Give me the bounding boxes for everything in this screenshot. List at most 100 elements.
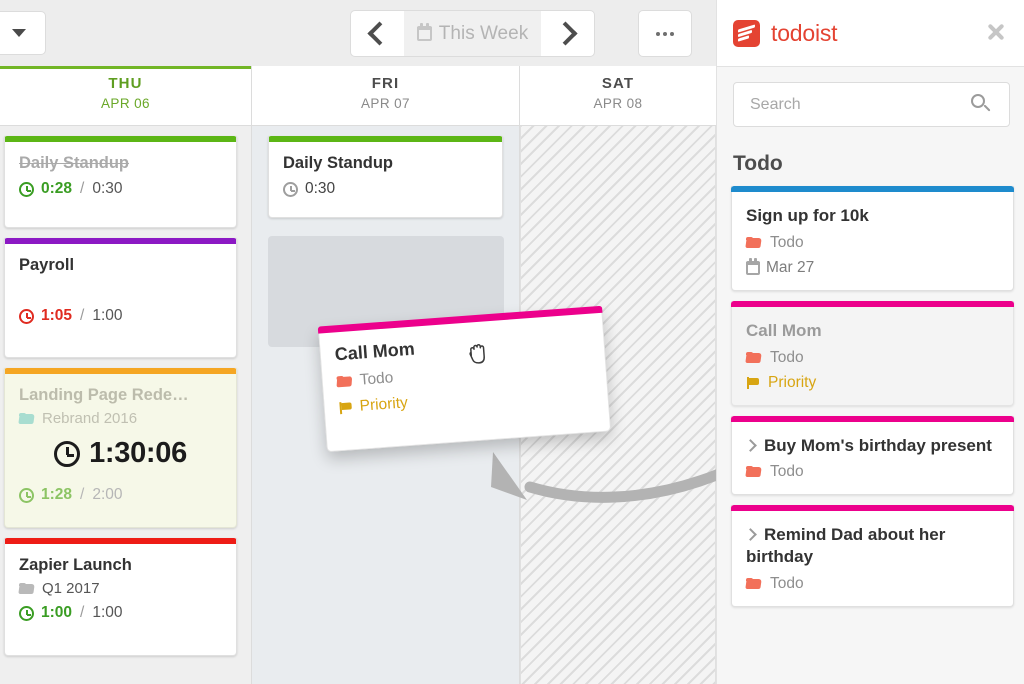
chevron-right-icon bbox=[744, 438, 757, 452]
event-card-running[interactable]: Landing Page Rede… Rebrand 2016 1:30:06 … bbox=[4, 368, 237, 528]
todo-due-date: Mar 27 bbox=[746, 257, 999, 277]
ellipsis-icon bbox=[656, 31, 674, 36]
folder-icon bbox=[336, 375, 353, 388]
time-estimate: 0:30 bbox=[305, 180, 336, 197]
week-label-text: This Week bbox=[438, 22, 529, 44]
todo-priority-label: Priority bbox=[768, 373, 817, 391]
flag-icon bbox=[338, 400, 353, 415]
event-card[interactable]: Daily Standup 0:30 bbox=[268, 136, 503, 218]
todo-title: Buy Mom's birthday present bbox=[744, 435, 999, 457]
next-week-button[interactable] bbox=[541, 10, 595, 57]
time-separator: / bbox=[80, 486, 85, 503]
todo-project: Todo bbox=[746, 234, 999, 252]
todo-list-item[interactable]: Buy Mom's birthday present Todo bbox=[731, 415, 1014, 496]
sidebar-header: todoist bbox=[717, 0, 1024, 67]
event-time: 1:05 / 1:00 bbox=[19, 307, 222, 325]
time-spent: 1:00 bbox=[41, 604, 73, 621]
clock-icon bbox=[283, 181, 298, 197]
todoist-sidebar: todoist Todo Sign up for 10k Todo Mar 27 bbox=[716, 0, 1024, 684]
sidebar-section-title: Todo bbox=[733, 152, 783, 175]
calendar-icon bbox=[746, 257, 760, 275]
event-title: Daily Standup bbox=[19, 154, 130, 172]
clock-icon bbox=[19, 605, 34, 621]
time-separator: / bbox=[80, 604, 85, 621]
dragged-task-card[interactable]: Call Mom Todo Priority bbox=[317, 305, 612, 453]
event-card[interactable]: Daily Standup 0:28 / 0:30 bbox=[4, 136, 237, 228]
chevron-right-icon bbox=[744, 528, 757, 542]
event-time: 1:00 / 1:00 bbox=[19, 604, 222, 622]
time-separator: / bbox=[80, 180, 85, 197]
search-box[interactable] bbox=[733, 82, 1010, 127]
calendar-column-thu[interactable]: THU APR 06 Daily Standup 0:28 / 0:30 Pay… bbox=[0, 66, 251, 684]
column-header-fri: FRI APR 07 bbox=[252, 66, 519, 126]
event-accent-bar bbox=[269, 136, 502, 142]
column-dow-fri: FRI bbox=[371, 75, 400, 92]
event-time: 0:30 bbox=[283, 180, 488, 198]
event-time: 0:28 / 0:30 bbox=[19, 180, 222, 198]
folder-icon bbox=[746, 466, 762, 478]
clock-icon bbox=[19, 487, 34, 503]
running-timer: 1:30:06 bbox=[19, 437, 222, 470]
folder-icon bbox=[746, 577, 762, 590]
app-root: This Week THU APR 06 Daily Standup 0:28 … bbox=[0, 0, 1024, 684]
todoist-wordmark: todoist bbox=[771, 19, 838, 46]
todo-project: Todo bbox=[746, 463, 999, 481]
todo-project-label: Todo bbox=[770, 348, 804, 366]
event-card[interactable]: Zapier Launch Q1 2017 1:00 / 1:00 bbox=[4, 538, 237, 656]
event-project: Q1 2017 bbox=[19, 580, 222, 597]
event-accent-bar bbox=[5, 368, 236, 374]
event-time: 1:28 / 2:00 bbox=[19, 486, 222, 504]
chevron-left-icon bbox=[367, 21, 392, 46]
folder-icon bbox=[746, 351, 762, 364]
time-estimate: 1:00 bbox=[92, 604, 123, 621]
column-dow-sat: SAT bbox=[601, 75, 635, 92]
grab-hand-cursor-icon bbox=[469, 344, 485, 364]
folder-icon bbox=[19, 412, 35, 425]
event-card[interactable]: Payroll 1:05 / 1:00 bbox=[4, 238, 237, 358]
todo-project-label: Todo bbox=[770, 574, 804, 592]
week-range-label[interactable]: This Week bbox=[404, 10, 541, 57]
todo-list-item[interactable]: Remind Dad about her birthday Todo bbox=[731, 505, 1014, 607]
folder-icon bbox=[746, 236, 762, 249]
event-project-label: Q1 2017 bbox=[42, 580, 100, 597]
card-accent-bar bbox=[731, 505, 1014, 512]
view-dropdown-button[interactable] bbox=[0, 11, 46, 55]
time-estimate: 2:00 bbox=[92, 486, 123, 503]
todoist-logo-icon bbox=[733, 19, 760, 47]
week-navigator: This Week bbox=[350, 10, 595, 57]
time-spent: 1:28 bbox=[41, 486, 73, 503]
card-accent-bar bbox=[731, 300, 1014, 307]
column-date-fri: APR 07 bbox=[361, 96, 410, 111]
close-icon[interactable] bbox=[986, 22, 1006, 42]
search-icon[interactable] bbox=[971, 93, 993, 116]
chevron-down-icon bbox=[12, 29, 26, 37]
todo-list-item[interactable]: Call Mom Todo Priority bbox=[731, 300, 1014, 406]
event-accent-bar bbox=[5, 136, 236, 142]
calendar-icon bbox=[416, 23, 432, 41]
column-header-thu: THU APR 06 bbox=[0, 66, 251, 126]
search-input[interactable] bbox=[734, 95, 971, 114]
todo-title-text: Buy Mom's birthday present bbox=[764, 435, 992, 455]
todo-project-label: Todo bbox=[770, 233, 804, 251]
event-accent-bar bbox=[5, 538, 236, 544]
card-accent-bar bbox=[731, 186, 1014, 192]
toolbar: This Week bbox=[0, 0, 716, 66]
previous-week-button[interactable] bbox=[350, 10, 404, 57]
column-dow-thu: THU bbox=[108, 75, 143, 92]
todo-title: Sign up for 10k bbox=[746, 206, 869, 225]
todo-title-text: Remind Dad about her birthday bbox=[746, 525, 946, 566]
chevron-right-icon bbox=[553, 21, 578, 46]
event-accent-bar bbox=[5, 238, 236, 244]
todo-list-item[interactable]: Sign up for 10k Todo Mar 27 bbox=[731, 186, 1014, 291]
column-body-thu[interactable]: Daily Standup 0:28 / 0:30 Payroll 1:05 / bbox=[0, 126, 251, 684]
more-options-button[interactable] bbox=[638, 10, 692, 57]
event-title: Payroll bbox=[19, 256, 75, 274]
todo-list: Sign up for 10k Todo Mar 27 Call Mom Tod… bbox=[731, 186, 1014, 617]
time-spent: 1:05 bbox=[41, 307, 73, 324]
event-project-label: Rebrand 2016 bbox=[42, 410, 138, 427]
dragged-card-project-label: Todo bbox=[359, 369, 394, 389]
time-spent: 0:28 bbox=[41, 180, 73, 197]
time-estimate: 1:00 bbox=[92, 307, 123, 324]
event-title: Landing Page Rede… bbox=[19, 386, 189, 404]
event-title: Daily Standup bbox=[283, 154, 394, 172]
